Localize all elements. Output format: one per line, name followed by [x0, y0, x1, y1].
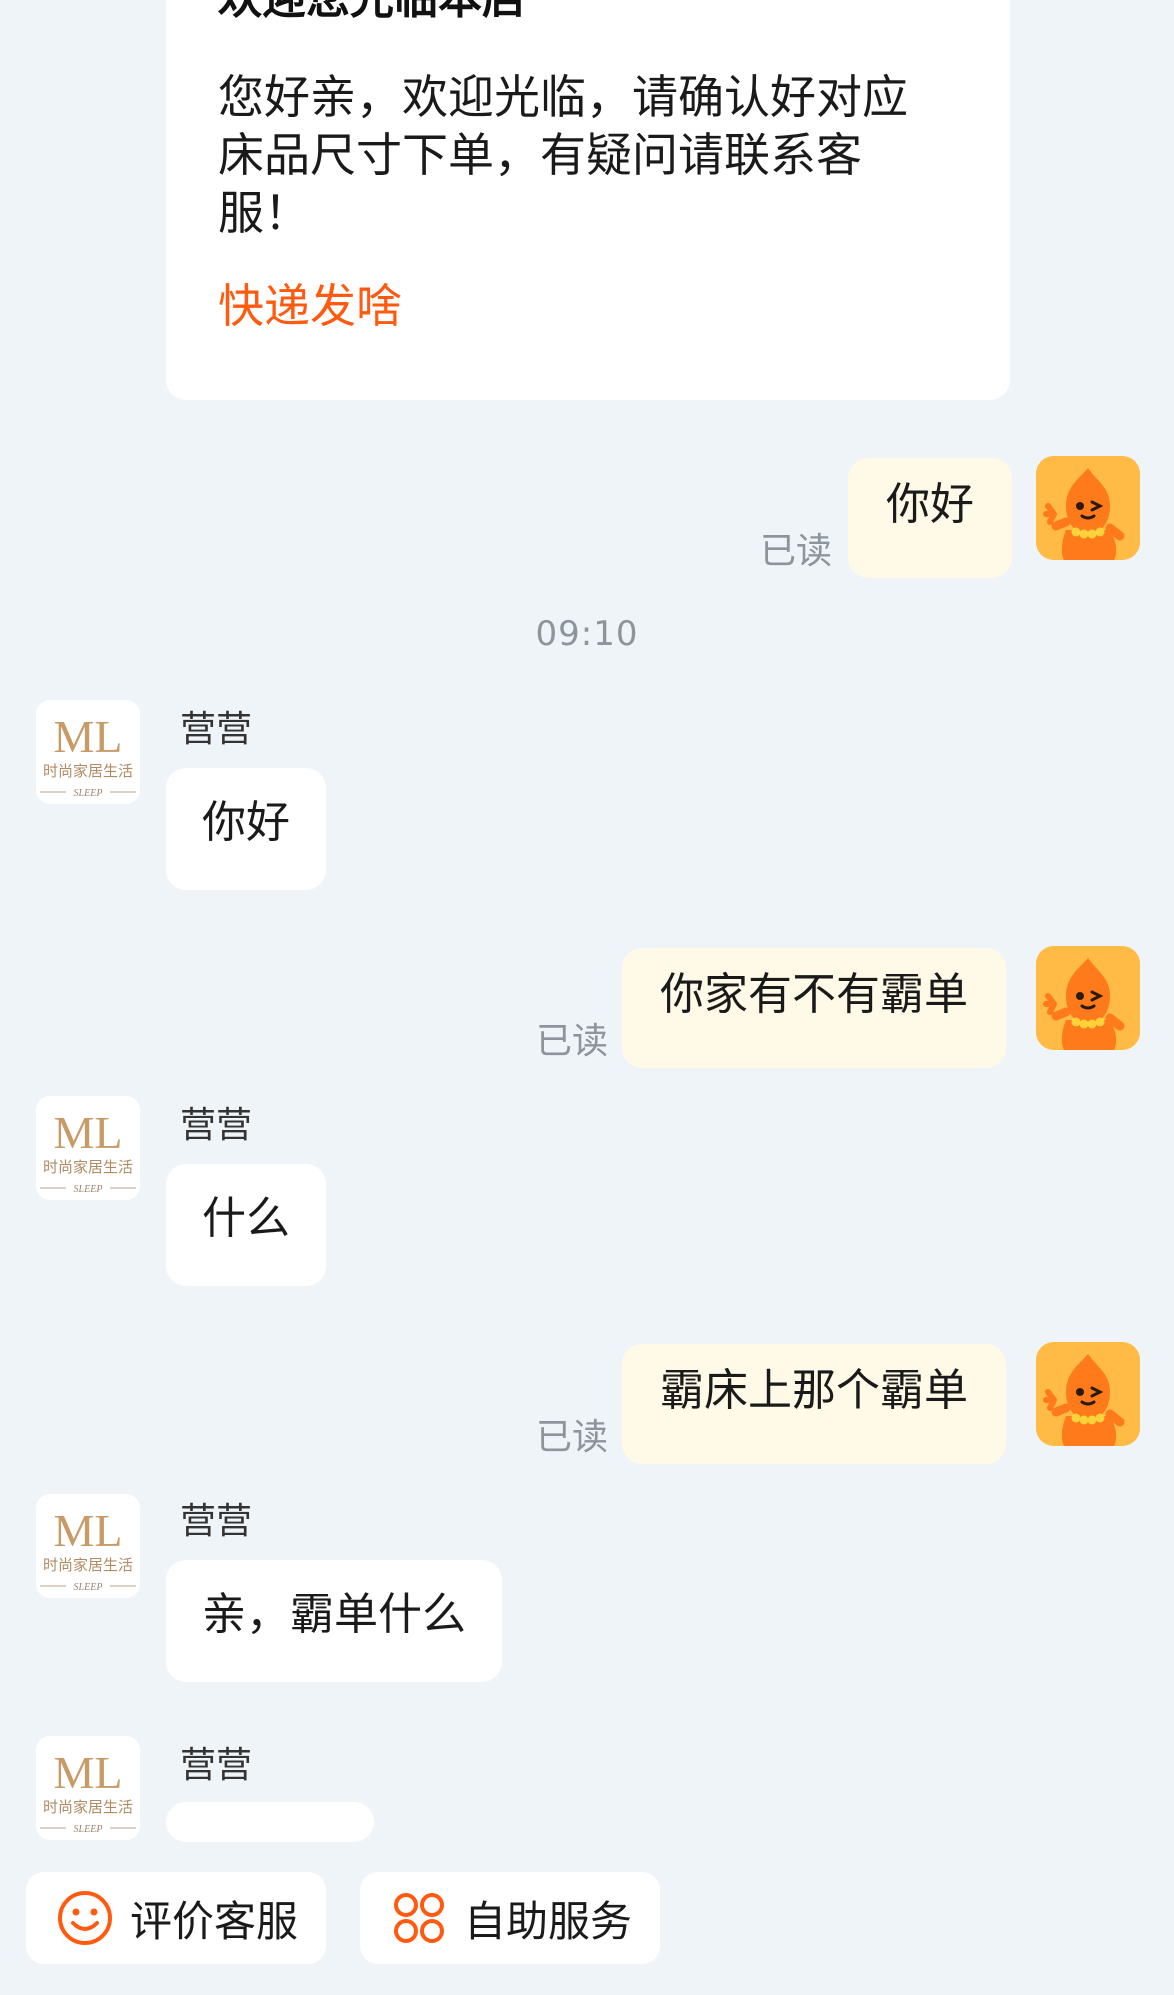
mascot-icon	[1036, 946, 1140, 1050]
shop-message-bubble[interactable]	[166, 1802, 374, 1842]
user-message-bubble[interactable]: 霸床上那个霸单	[622, 1344, 1006, 1464]
read-status: 已读	[536, 1021, 609, 1062]
bottom-action-bar: 评价客服 自助服务	[0, 1842, 1174, 1995]
svg-text:ML: ML	[54, 1107, 123, 1158]
chat-screen: 欢迎您光临本店 您好亲，欢迎光临，请确认好对应床品尺寸下单，有疑问请联系客服！ …	[0, 0, 1174, 1995]
shop-logo-icon: ML 时尚家居生活 SLEEP	[36, 1494, 140, 1598]
smile-icon	[58, 1891, 112, 1945]
shop-message-bubble[interactable]: 亲，霸单什么	[166, 1560, 502, 1682]
shop-avatar[interactable]: ML 时尚家居生活 SLEEP	[36, 700, 140, 804]
user-avatar[interactable]	[1036, 1342, 1140, 1446]
rate-service-label: 评价客服	[130, 1896, 299, 1946]
message-timestamp: 09:10	[535, 614, 639, 654]
rate-service-button[interactable]: 评价客服	[26, 1872, 326, 1964]
agent-name: 营营	[180, 1105, 253, 1146]
svg-text:SLEEP: SLEEP	[74, 1824, 103, 1835]
svg-text:SLEEP: SLEEP	[74, 1582, 103, 1593]
svg-text:ML: ML	[54, 711, 123, 762]
svg-text:ML: ML	[54, 1505, 123, 1556]
grid-icon	[394, 1893, 444, 1943]
svg-text:时尚家居生活: 时尚家居生活	[43, 762, 133, 780]
read-status: 已读	[536, 1417, 609, 1458]
quick-question-link[interactable]: 快递发啥	[218, 278, 402, 334]
user-message-bubble[interactable]: 你好	[848, 458, 1012, 578]
shop-logo-icon: ML 时尚家居生活 SLEEP	[36, 1736, 140, 1840]
shop-avatar[interactable]: ML 时尚家居生活 SLEEP	[36, 1096, 140, 1200]
self-service-label: 自助服务	[464, 1896, 633, 1946]
user-avatar[interactable]	[1036, 456, 1140, 560]
svg-text:时尚家居生活: 时尚家居生活	[43, 1556, 133, 1574]
self-service-button[interactable]: 自助服务	[360, 1872, 660, 1964]
svg-text:时尚家居生活: 时尚家居生活	[43, 1798, 133, 1816]
svg-text:ML: ML	[54, 1747, 123, 1798]
welcome-card: 欢迎您光临本店 您好亲，欢迎光临，请确认好对应床品尺寸下单，有疑问请联系客服！ …	[166, 0, 1010, 400]
mascot-icon	[1036, 456, 1140, 560]
shop-avatar[interactable]: ML 时尚家居生活 SLEEP	[36, 1736, 140, 1840]
shop-avatar[interactable]: ML 时尚家居生活 SLEEP	[36, 1494, 140, 1598]
shop-message-bubble[interactable]: 什么	[166, 1164, 326, 1286]
welcome-message: 您好亲，欢迎光临，请确认好对应床品尺寸下单，有疑问请联系客服！	[218, 70, 908, 240]
agent-name: 营营	[180, 1745, 253, 1786]
svg-text:SLEEP: SLEEP	[74, 1184, 103, 1195]
user-avatar[interactable]	[1036, 946, 1140, 1050]
agent-name: 营营	[180, 709, 253, 750]
read-status: 已读	[760, 531, 833, 572]
user-message-bubble[interactable]: 你家有不有霸单	[622, 948, 1006, 1068]
svg-text:SLEEP: SLEEP	[74, 788, 103, 799]
shop-logo-icon: ML 时尚家居生活 SLEEP	[36, 1096, 140, 1200]
agent-name: 营营	[180, 1501, 253, 1542]
welcome-title: 欢迎您光临本店	[218, 0, 526, 24]
mascot-icon	[1036, 1342, 1140, 1446]
shop-logo-icon: ML 时尚家居生活 SLEEP	[36, 700, 140, 804]
shop-message-bubble[interactable]: 你好	[166, 768, 326, 890]
svg-text:时尚家居生活: 时尚家居生活	[43, 1158, 133, 1176]
